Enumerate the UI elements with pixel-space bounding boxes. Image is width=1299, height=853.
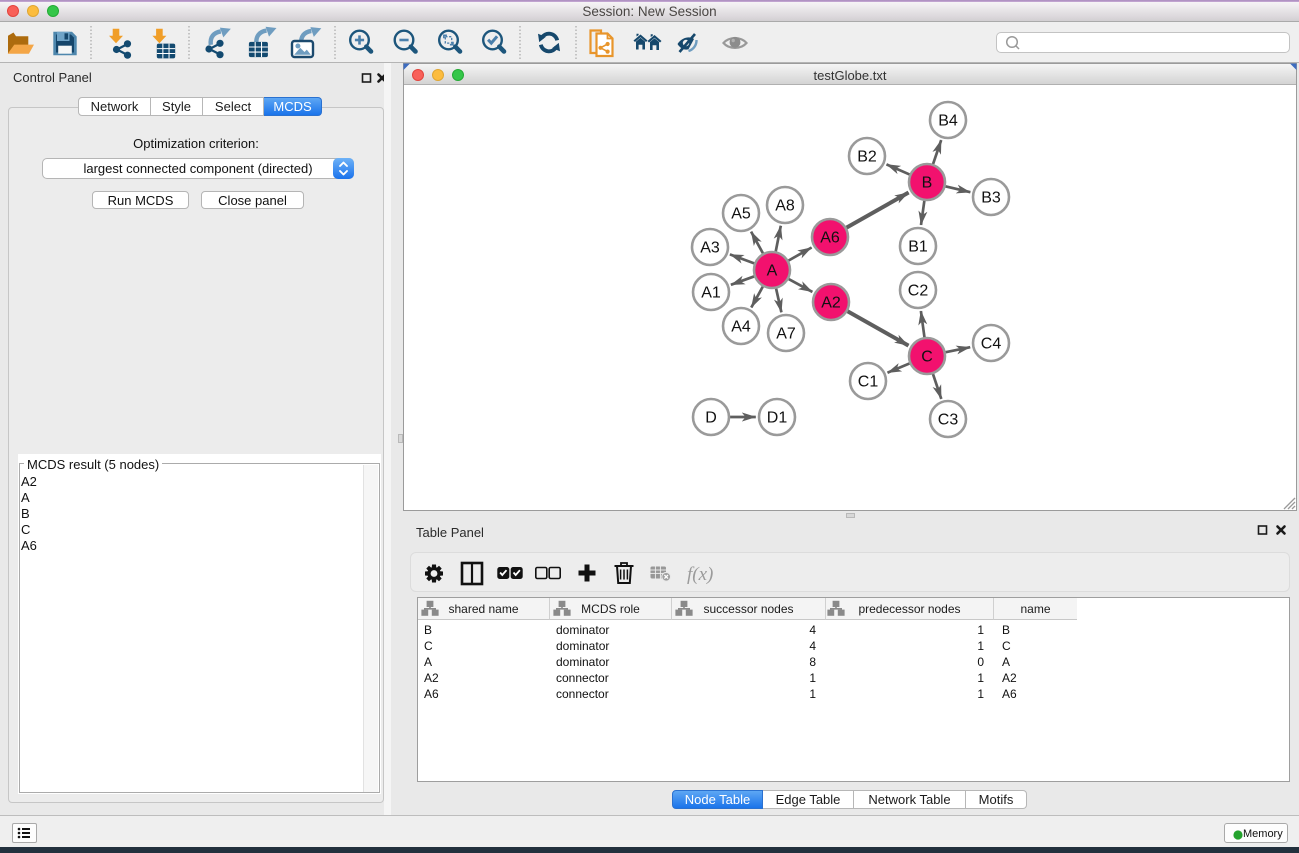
svg-text:f(x): f(x) bbox=[687, 564, 713, 585]
